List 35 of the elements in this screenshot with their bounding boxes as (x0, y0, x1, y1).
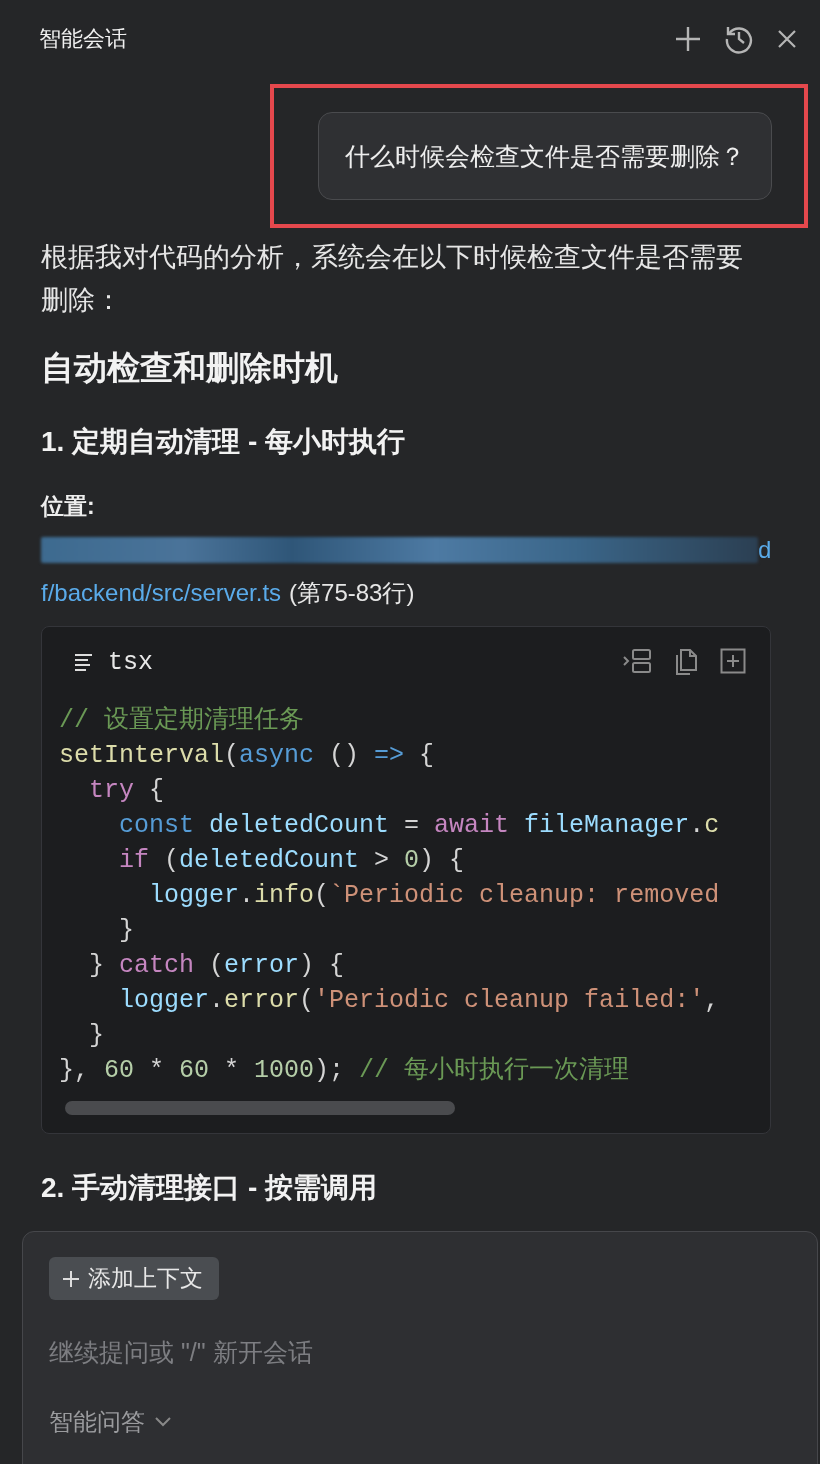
section-heading: 自动检查和删除时机 (41, 348, 339, 388)
subsection-heading: 2. 手动清理接口 - 按需调用 (41, 1171, 378, 1205)
file-path-link[interactable]: f/backend/src/server.ts (41, 571, 282, 614)
code-line: } catch (error) { (88, 950, 345, 982)
subsection-heading: 1. 定期自动清理 - 每小时执行 (41, 425, 406, 459)
file-path-link[interactable]: d (758, 528, 772, 571)
chevron-down-icon (155, 1417, 171, 1427)
code-line: // 设置定期清理任务 (59, 705, 304, 737)
code-line: }, 60 * 60 * 1000); // 每小时执行一次清理 (59, 1055, 630, 1087)
line-range: (第75-83行) (289, 578, 415, 608)
history-icon[interactable] (724, 24, 754, 54)
location-label: 位置: (41, 492, 96, 521)
add-icon[interactable] (674, 25, 702, 53)
code-line: if (deletedCount > 0) { (118, 845, 465, 877)
add-box-icon[interactable] (720, 648, 746, 674)
scrollbar[interactable] (65, 1101, 455, 1115)
code-language: tsx (108, 647, 153, 677)
mode-dropdown[interactable]: 智能问答 (49, 1402, 171, 1442)
code-line: setInterval(async () => { (59, 740, 435, 772)
answer-paragraph: 根据我对代码的分析，系统会在以下时候检查文件是否需要删除： (41, 241, 744, 317)
add-context-button[interactable]: 添加上下文 (49, 1257, 219, 1300)
user-message-bubble: 什么时候会检查文件是否需要删除？ (318, 112, 772, 200)
code-line: } (88, 1020, 104, 1052)
question-input[interactable]: 继续提问或 "/" 新开会话 (49, 1330, 791, 1374)
code-line: try { (88, 775, 165, 807)
insert-icon[interactable] (622, 648, 652, 674)
panel-title: 智能会话 (39, 25, 127, 53)
code-line: logger.error('Periodic cleanup failed:', (118, 985, 720, 1017)
copy-icon[interactable] (674, 648, 698, 676)
plus-icon (62, 1269, 80, 1288)
code-line: } (118, 915, 134, 947)
lines-icon (74, 653, 94, 671)
code-line: const deletedCount = await fileManager.c (118, 810, 720, 842)
code-line: logger.info(`Periodic cleanup: removed (148, 880, 720, 912)
close-icon[interactable] (776, 28, 798, 50)
